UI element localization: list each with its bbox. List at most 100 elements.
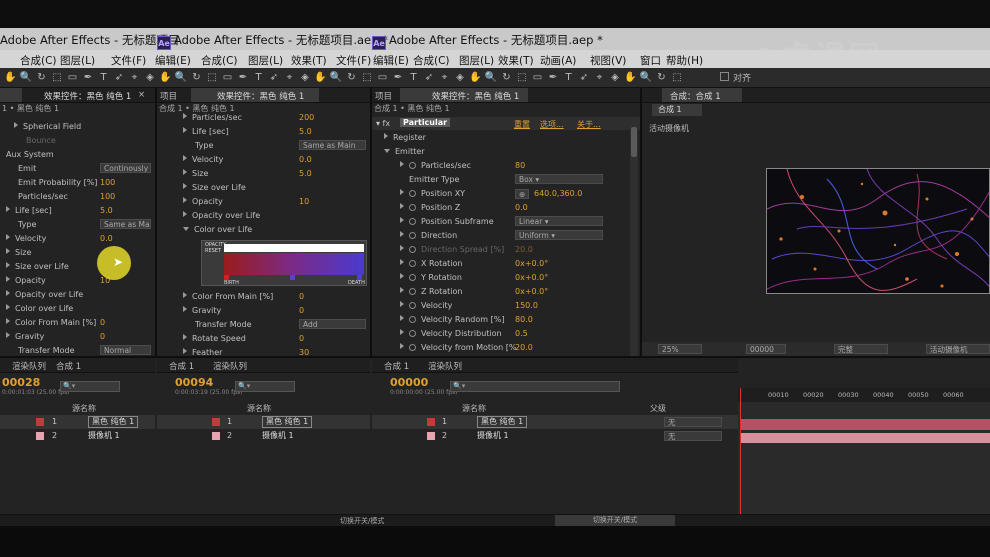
expand-triangle-icon[interactable]: [183, 306, 187, 312]
crosshair-icon[interactable]: ⊕: [515, 189, 529, 199]
tool-icon[interactable]: ▭: [376, 71, 389, 84]
menu-item[interactable]: 效果(T): [291, 53, 327, 68]
property-value[interactable]: 0: [100, 330, 105, 343]
expand-triangle-icon[interactable]: [400, 259, 404, 265]
timeline-tab[interactable]: 合成 1: [169, 360, 194, 372]
property-row[interactable]: Direction Spread [%] 20.0: [372, 243, 628, 256]
align-checkbox[interactable]: [720, 72, 729, 81]
menu-item[interactable]: 帮助(H): [666, 53, 703, 68]
time-ruler[interactable]: 00010 00020 00030 00040 00050 00060: [738, 388, 990, 402]
stopwatch-icon[interactable]: [409, 204, 416, 211]
menu-item[interactable]: 图层(L): [459, 53, 494, 68]
layer-bar-1[interactable]: [740, 419, 990, 430]
stopwatch-icon[interactable]: [409, 316, 416, 323]
tool-icon[interactable]: 🔍: [20, 71, 33, 84]
property-row[interactable]: Register: [372, 131, 628, 144]
layer-row[interactable]: 2 摄像机 1 无: [372, 429, 738, 443]
expand-triangle-icon[interactable]: [183, 183, 187, 189]
layer-row[interactable]: 1 黑色 纯色 1: [0, 415, 155, 429]
property-row[interactable]: Direction Uniform ▾: [372, 229, 628, 242]
property-value[interactable]: 30: [299, 346, 309, 356]
stopwatch-icon[interactable]: [409, 274, 416, 281]
tool-icon[interactable]: ↻: [500, 71, 513, 84]
property-value[interactable]: 5.0: [299, 167, 312, 180]
tool-icon[interactable]: 🔍: [640, 71, 653, 84]
stopwatch-icon[interactable]: [409, 246, 416, 253]
tool-icon[interactable]: ⬚: [671, 71, 684, 84]
current-time[interactable]: 00094: [175, 376, 213, 389]
property-row[interactable]: Size 5.0: [177, 167, 370, 180]
tab-effect-controls[interactable]: 效果控件：黑色 纯色 1: [44, 90, 131, 102]
property-row[interactable]: Velocity 0.0: [0, 232, 155, 245]
property-dropdown[interactable]: Same as Main: [100, 219, 151, 229]
expand-triangle-icon[interactable]: [6, 318, 10, 324]
layer-row[interactable]: 2 摄像机 1: [0, 429, 155, 443]
property-value[interactable]: 100: [100, 176, 115, 189]
layer-name[interactable]: 摄像机 1: [262, 429, 294, 443]
tab-effect-controls[interactable]: 效果控件：黑色 纯色 1: [217, 90, 304, 102]
property-row[interactable]: Size over Life: [177, 181, 370, 194]
property-dropdown[interactable]: Normal: [100, 345, 151, 355]
property-row[interactable]: Emit Continously: [0, 162, 155, 175]
stopwatch-icon[interactable]: [409, 260, 416, 267]
property-row[interactable]: X Rotation 0x+0.0°: [372, 257, 628, 270]
tool-icon[interactable]: ✋: [469, 71, 482, 84]
property-row[interactable]: Color From Main [%] 0: [0, 316, 155, 329]
property-row[interactable]: Position Subframe Linear ▾: [372, 215, 628, 228]
tool-icon[interactable]: ◈: [609, 71, 622, 84]
property-row[interactable]: Velocity Distribution 0.5: [372, 327, 628, 340]
expand-triangle-icon[interactable]: [14, 122, 18, 128]
tool-icon[interactable]: ⌖: [283, 71, 296, 84]
tool-icon[interactable]: ✋: [314, 71, 327, 84]
property-row[interactable]: Aux System: [0, 148, 155, 161]
expand-triangle-icon[interactable]: [400, 245, 404, 251]
expand-triangle-icon[interactable]: [6, 234, 10, 240]
tab-effect-controls[interactable]: 效果控件：黑色 纯色 1: [432, 90, 519, 102]
timeline-tab[interactable]: 合成 1: [56, 360, 81, 372]
expand-triangle-icon[interactable]: [400, 203, 404, 209]
expand-triangle-icon[interactable]: [400, 315, 404, 321]
current-time[interactable]: 00000: [390, 376, 428, 389]
tool-icon[interactable]: ↻: [345, 71, 358, 84]
collapse-triangle-icon[interactable]: [384, 149, 390, 153]
tab-project[interactable]: 项目: [375, 90, 392, 102]
property-row[interactable]: Particles/sec 80: [372, 159, 628, 172]
property-row[interactable]: Emitter Type Box ▾: [372, 173, 628, 186]
menu-item[interactable]: 编辑(E): [373, 53, 409, 68]
layer-name[interactable]: 黑色 纯色 1: [88, 416, 139, 428]
property-row[interactable]: Particles/sec 100: [0, 190, 155, 203]
tool-icon[interactable]: T: [97, 71, 110, 84]
property-value[interactable]: 10: [299, 195, 309, 208]
tab-composition[interactable]: 合成：合成 1: [670, 90, 721, 102]
tool-icon[interactable]: ▭: [66, 71, 79, 84]
tool-icon[interactable]: ↻: [190, 71, 203, 84]
tool-icon[interactable]: ✋: [159, 71, 172, 84]
stopwatch-icon[interactable]: [409, 190, 416, 197]
menu-item[interactable]: 动画(A): [540, 53, 576, 68]
scrollbar[interactable]: [630, 117, 638, 356]
timeline-tab[interactable]: 渲染队列: [12, 360, 46, 372]
property-row[interactable]: Velocity 150.0: [372, 299, 628, 312]
expand-triangle-icon[interactable]: [400, 161, 404, 167]
menu-item[interactable]: 合成(C): [413, 53, 450, 68]
layer-name[interactable]: 摄像机 1: [477, 429, 509, 443]
fx-icon[interactable]: ▾ fx: [376, 119, 390, 128]
property-row[interactable]: Color over Life: [177, 223, 370, 236]
expand-triangle-icon[interactable]: [6, 290, 10, 296]
camera-select[interactable]: 活动摄像机: [926, 344, 990, 354]
property-dropdown[interactable]: Continously: [100, 163, 151, 173]
property-row[interactable]: Feather 30: [177, 346, 370, 356]
layer-name[interactable]: 摄像机 1: [88, 429, 120, 443]
tool-icon[interactable]: 🔍: [330, 71, 343, 84]
expand-triangle-icon[interactable]: [6, 332, 10, 338]
expand-triangle-icon[interactable]: [183, 197, 187, 203]
stopwatch-icon[interactable]: [409, 288, 416, 295]
tool-icon[interactable]: ✒: [82, 71, 95, 84]
toggle-modes-2[interactable]: 切换开关/模式: [555, 515, 675, 526]
menu-item[interactable]: 图层(L): [248, 53, 283, 68]
expand-triangle-icon[interactable]: [183, 113, 187, 119]
label-color-swatch[interactable]: [427, 418, 435, 426]
stopwatch-icon[interactable]: [409, 232, 416, 239]
search-input[interactable]: 🔍▾: [235, 381, 295, 392]
close-icon[interactable]: ×: [138, 90, 145, 100]
